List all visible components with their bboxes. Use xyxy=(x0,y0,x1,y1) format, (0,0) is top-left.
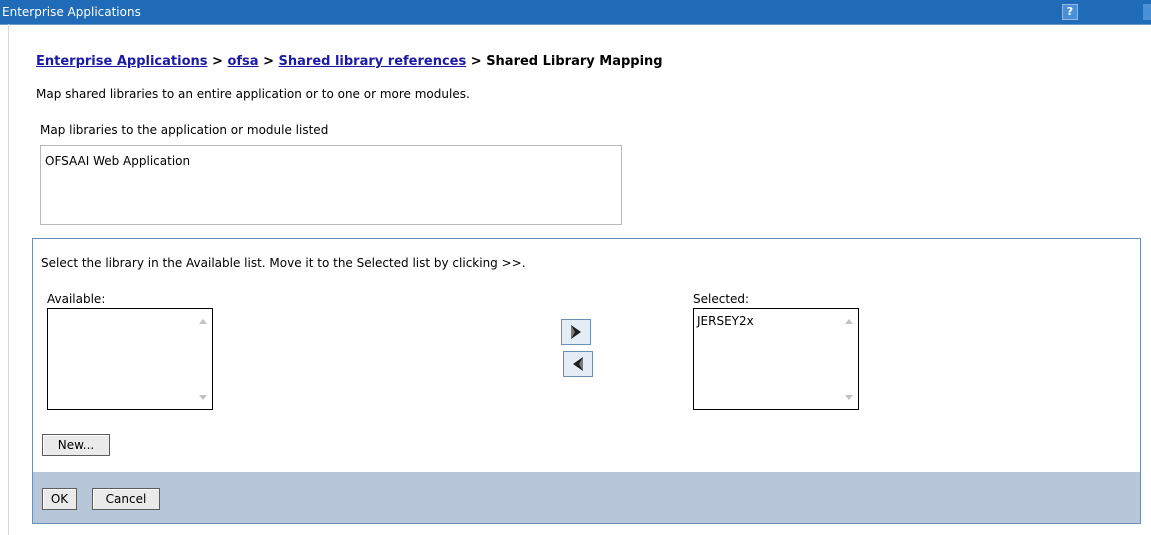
module-list[interactable]: OFSAAI Web Application xyxy=(40,145,622,225)
breadcrumb: Enterprise Applications > ofsa > Shared … xyxy=(36,54,663,69)
breadcrumb-link-enterprise-applications[interactable]: Enterprise Applications xyxy=(36,54,208,69)
selected-list[interactable]: JERSEY2x xyxy=(693,308,859,410)
arrow-right-icon xyxy=(571,325,581,339)
move-to-available-button[interactable] xyxy=(563,351,593,377)
cancel-button[interactable]: Cancel xyxy=(92,488,160,510)
available-label: Available: xyxy=(47,292,106,306)
breadcrumb-link-shared-library-references[interactable]: Shared library references xyxy=(279,54,467,69)
breadcrumb-link-ofsa[interactable]: ofsa xyxy=(227,54,258,69)
arrow-left-icon xyxy=(573,357,583,371)
available-list[interactable] xyxy=(47,308,213,410)
move-to-selected-button[interactable] xyxy=(561,319,591,345)
page-description: Map shared libraries to an entire applic… xyxy=(36,87,470,101)
minimize-icon[interactable] xyxy=(1143,4,1151,20)
breadcrumb-separator: > xyxy=(207,54,228,69)
scroll-up-arrow-icon[interactable] xyxy=(845,319,853,324)
scroll-up-arrow-icon[interactable] xyxy=(199,319,207,324)
selected-list-scrollbar[interactable] xyxy=(841,309,858,409)
module-list-label: Map libraries to the application or modu… xyxy=(40,123,329,137)
breadcrumb-separator: > xyxy=(258,54,279,69)
selected-label: Selected: xyxy=(693,292,750,306)
selected-list-item[interactable]: JERSEY2x xyxy=(697,314,754,328)
new-library-button[interactable]: New... xyxy=(42,434,110,456)
window-title: Enterprise Applications xyxy=(2,5,141,19)
breadcrumb-separator: > xyxy=(466,54,487,69)
button-bar: OK Cancel xyxy=(33,472,1140,523)
window-titlebar: Enterprise Applications ? xyxy=(0,0,1151,25)
scroll-down-arrow-icon[interactable] xyxy=(845,395,853,400)
library-mapping-panel: Select the library in the Available list… xyxy=(32,238,1141,524)
left-divider xyxy=(8,24,9,535)
ok-button[interactable]: OK xyxy=(42,488,77,510)
scroll-down-arrow-icon[interactable] xyxy=(199,395,207,400)
module-list-item[interactable]: OFSAAI Web Application xyxy=(45,154,190,168)
panel-instruction: Select the library in the Available list… xyxy=(41,256,526,270)
help-icon: ? xyxy=(1066,5,1074,18)
help-button[interactable]: ? xyxy=(1062,4,1078,20)
breadcrumb-current: Shared Library Mapping xyxy=(486,54,663,69)
available-list-scrollbar[interactable] xyxy=(195,309,212,409)
